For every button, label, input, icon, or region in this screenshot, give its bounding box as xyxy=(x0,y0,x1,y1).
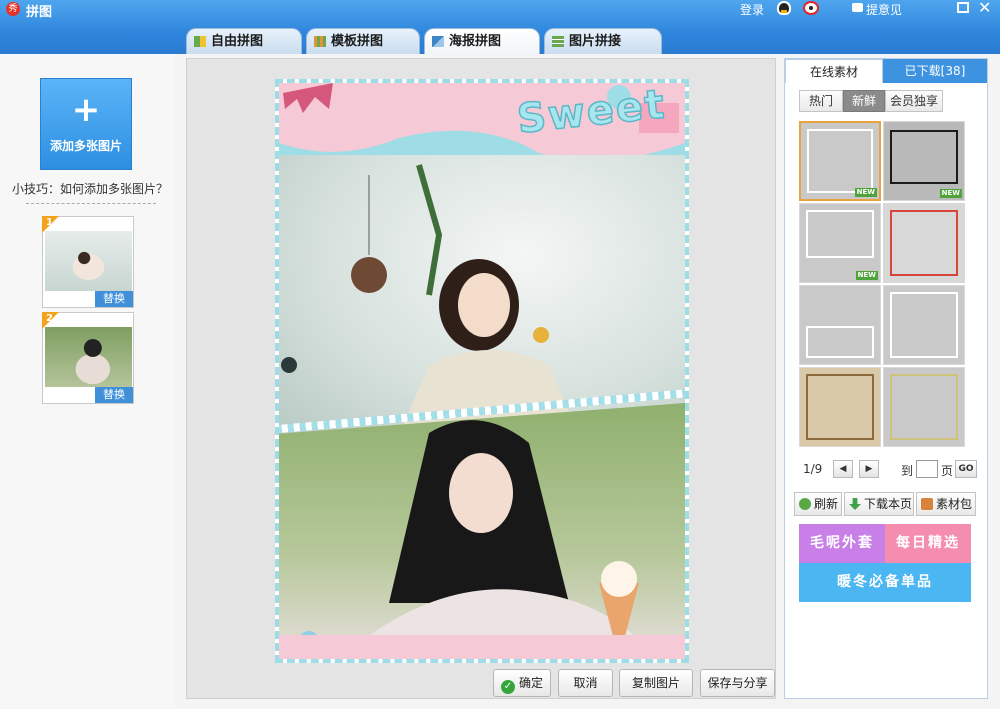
download-page-label: 下载本页 xyxy=(864,497,913,511)
tab-label: 图片拼接 xyxy=(569,34,622,49)
template-thumbnail[interactable]: NEW xyxy=(799,121,881,201)
replace-button[interactable]: 替换 xyxy=(95,387,133,403)
tab-label: 海报拼图 xyxy=(449,34,502,49)
template-thumbnail[interactable]: NEW xyxy=(883,121,965,201)
template-thumbnail[interactable] xyxy=(799,285,881,365)
app-title: 拼图 xyxy=(26,5,53,20)
image-thumbnail[interactable]: 1 替换 xyxy=(42,216,134,308)
template-frame xyxy=(890,374,958,440)
poster-photo-1[interactable] xyxy=(279,135,685,435)
thumbnail-image xyxy=(45,231,132,291)
template-frame xyxy=(890,210,958,276)
tab-image-stitch[interactable]: 图片拼接 xyxy=(544,28,662,54)
plus-icon: + xyxy=(71,90,101,130)
feedback-icon[interactable] xyxy=(852,3,863,12)
goto-label: 到 xyxy=(901,464,914,478)
filter-vip[interactable]: 会员独享 xyxy=(885,90,943,112)
photo-1-illustration xyxy=(281,164,579,435)
thumbnail-image xyxy=(45,327,132,387)
page-info: 1/9 xyxy=(803,462,823,476)
template-thumbnail[interactable] xyxy=(799,367,881,447)
copy-image-button[interactable]: 复制图片 xyxy=(619,669,693,697)
next-page-button[interactable]: ▶ xyxy=(859,460,879,478)
tip-link[interactable]: 小技巧：如何添加多张图片？ xyxy=(12,180,168,197)
template-thumbnail[interactable] xyxy=(883,203,965,283)
add-images-label: 添加多张图片 xyxy=(49,139,122,153)
close-icon[interactable]: ✕ xyxy=(978,0,991,17)
package-icon xyxy=(921,498,933,510)
check-icon: ✓ xyxy=(500,680,515,694)
poster-bottom-decoration xyxy=(279,635,685,659)
app-logo-icon: 秀 xyxy=(6,2,20,16)
go-button[interactable]: GO xyxy=(955,460,977,478)
ad-banner[interactable]: 毛呢外套 每日精选 暖冬必备单品 xyxy=(799,524,971,602)
tab-label: 自由拼图 xyxy=(211,34,264,49)
prev-page-button[interactable]: ◀ xyxy=(833,460,853,478)
tab-template-collage[interactable]: 模板拼图 xyxy=(306,28,420,54)
title-bar: 秀 拼图 登录 提意见 ✕ 自由拼图 模板拼图 海报拼图 图片拼接 xyxy=(0,0,1000,54)
template-frame xyxy=(807,129,873,193)
qq-icon[interactable] xyxy=(777,1,791,15)
tab-poster-collage[interactable]: 海报拼图 xyxy=(424,28,540,54)
ad-daily-picks[interactable]: 每日精选 xyxy=(885,524,971,563)
ad-winter-essentials[interactable]: 暖冬必备单品 xyxy=(799,563,971,602)
material-pack-button[interactable]: 素材包 xyxy=(916,492,976,516)
maximize-icon[interactable] xyxy=(957,2,969,13)
material-tabs: 在线素材 已下载[38] xyxy=(785,59,987,83)
confirm-button[interactable]: ✓ 确定 xyxy=(493,669,551,697)
download-icon xyxy=(849,498,861,510)
divider xyxy=(26,203,156,204)
new-badge: NEW xyxy=(855,271,878,280)
login-link[interactable]: 登录 xyxy=(740,1,764,18)
template-frame xyxy=(806,374,874,440)
main-area: + 添加多张图片 小技巧：如何添加多张图片？ 1 替换 2 替换 Sweet ✓… xyxy=(0,54,1000,709)
template-thumbnail[interactable] xyxy=(883,285,965,365)
confirm-label: 确定 xyxy=(518,676,543,690)
download-page-button[interactable]: 下载本页 xyxy=(844,492,914,516)
refresh-button[interactable]: 刷新 xyxy=(794,492,842,516)
material-panel: 在线素材 已下载[38] 热门 新鲜 会员独享 NEW NEW NEW 1/9 … xyxy=(784,58,988,699)
new-badge: NEW xyxy=(939,189,962,198)
canvas-area: Sweet ✓ 确定 取消 复制图片 保存与分享 xyxy=(186,58,776,699)
poster-collage-icon xyxy=(432,36,444,47)
image-stitch-icon xyxy=(552,36,564,47)
template-collage-icon xyxy=(314,36,326,47)
replace-button[interactable]: 替换 xyxy=(95,291,133,307)
page-label: 页 xyxy=(941,464,954,478)
filter-new[interactable]: 新鲜 xyxy=(843,90,885,112)
tab-label: 模板拼图 xyxy=(331,34,384,49)
template-thumbnail[interactable] xyxy=(883,367,965,447)
refresh-icon xyxy=(799,498,811,510)
add-images-button[interactable]: + 添加多张图片 xyxy=(40,78,132,170)
left-panel: + 添加多张图片 小技巧：如何添加多张图片？ 1 替换 2 替换 xyxy=(0,54,175,709)
poster-photo-2[interactable] xyxy=(279,403,685,659)
cancel-button[interactable]: 取消 xyxy=(558,669,613,697)
ad-coat[interactable]: 毛呢外套 xyxy=(799,524,885,563)
free-collage-icon xyxy=(194,36,206,47)
template-thumbnail[interactable]: NEW xyxy=(799,203,881,283)
filter-hot[interactable]: 热门 xyxy=(799,90,843,112)
tab-downloaded[interactable]: 已下载[38] xyxy=(883,59,987,83)
weibo-icon[interactable] xyxy=(803,1,819,15)
template-frame xyxy=(806,326,874,358)
photo-2-illustration xyxy=(299,420,659,659)
image-thumbnail[interactable]: 2 替换 xyxy=(42,312,134,404)
feedback-link[interactable]: 提意见 xyxy=(866,1,902,18)
template-frame xyxy=(806,210,874,258)
template-frame xyxy=(890,130,958,184)
tab-online-materials[interactable]: 在线素材 xyxy=(785,59,883,83)
new-badge: NEW xyxy=(854,188,877,197)
poster-canvas[interactable]: Sweet xyxy=(275,79,689,663)
template-frame xyxy=(890,292,958,358)
save-share-button[interactable]: 保存与分享 xyxy=(700,669,775,697)
refresh-label: 刷新 xyxy=(814,497,839,511)
material-pack-label: 素材包 xyxy=(936,497,973,511)
page-number-input[interactable] xyxy=(916,460,938,478)
tab-free-collage[interactable]: 自由拼图 xyxy=(186,28,302,54)
